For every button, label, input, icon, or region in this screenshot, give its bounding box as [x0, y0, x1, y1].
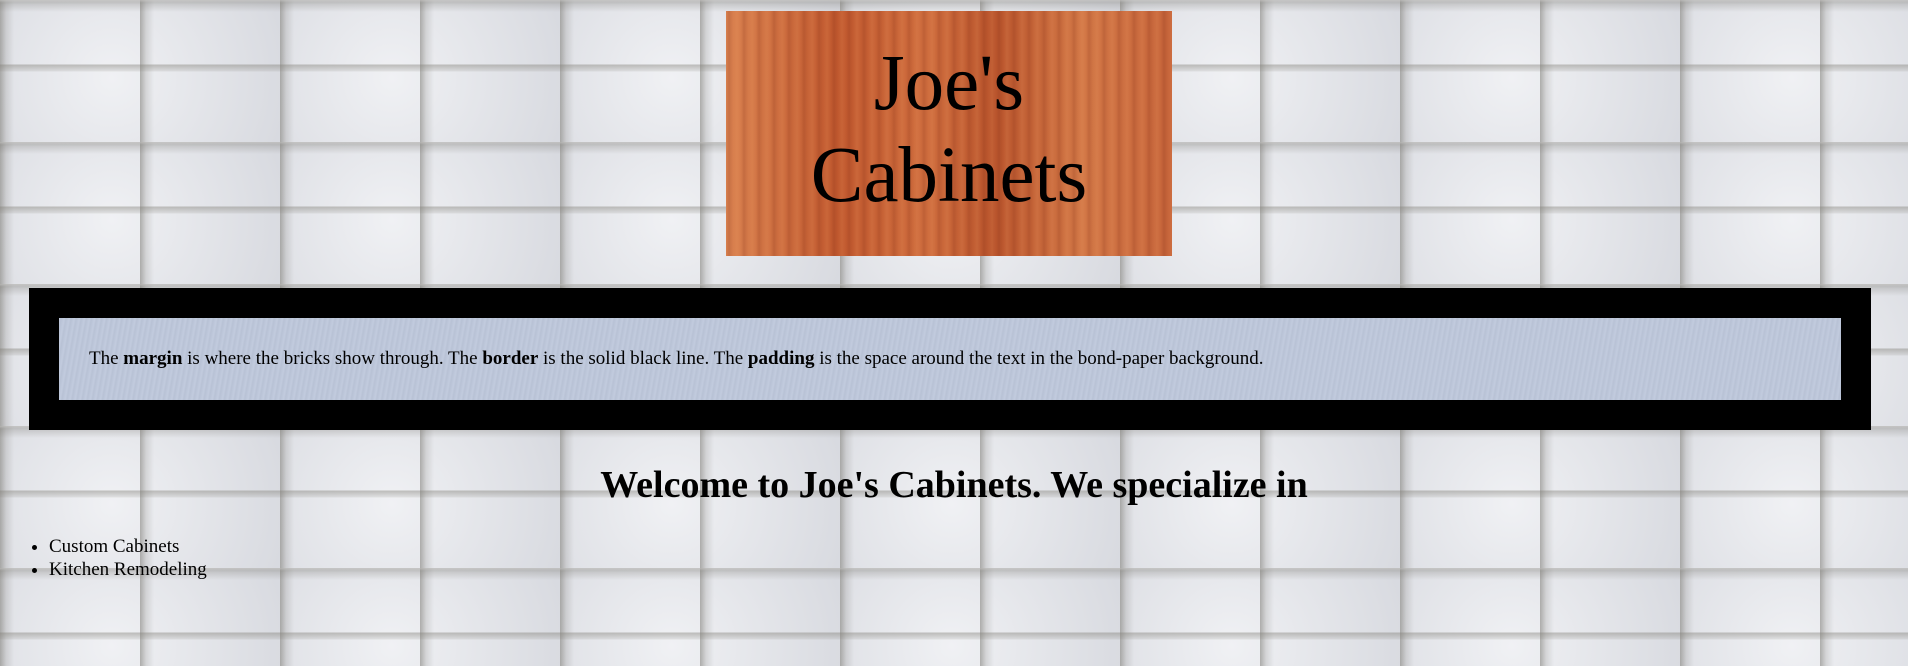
list-item: Custom Cabinets	[49, 535, 207, 558]
logo-title-line1: Joe's	[873, 39, 1025, 127]
term-margin: margin	[123, 348, 183, 369]
term-border: border	[482, 348, 539, 369]
logo-title-line2: Cabinets	[810, 131, 1088, 219]
box-model-notice: The margin is where the bricks show thro…	[29, 288, 1871, 430]
notice-text-part2: is where the bricks show through. The	[182, 348, 483, 369]
term-padding: padding	[747, 348, 815, 369]
services-list: Custom Cabinets Kitchen Remodeling	[0, 535, 207, 581]
list-item: Kitchen Remodeling	[49, 558, 207, 581]
notice-text-part4: is the space around the text in the bond…	[814, 348, 1264, 369]
welcome-heading: Welcome to Joe's Cabinets. We specialize…	[600, 464, 1308, 506]
notice-text: The margin is where the bricks show thro…	[89, 348, 1263, 370]
logo-banner: Joe's Cabinets	[726, 11, 1172, 256]
logo-title: Joe's Cabinets	[811, 38, 1087, 230]
notice-text-part3: is the solid black line. The	[538, 348, 748, 369]
notice-text-part1: The	[89, 348, 124, 369]
